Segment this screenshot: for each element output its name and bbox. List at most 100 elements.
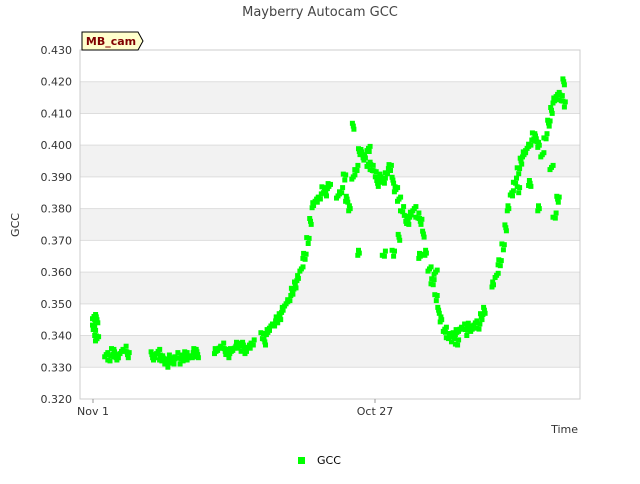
data-point [343,198,349,204]
grid-band [80,145,580,177]
data-point [171,361,177,367]
y-tick-label: 0.340 [41,330,73,343]
data-point [350,123,356,129]
data-point [382,175,388,181]
data-point [371,168,377,174]
data-point [305,241,311,246]
data-point [262,339,268,345]
y-axis-label: GCC [9,213,22,237]
grid-band [80,81,580,114]
data-point [193,354,199,360]
data-point [340,171,346,177]
data-point [436,307,442,313]
data-point [308,218,313,224]
data-point [317,196,323,202]
data-point [419,251,425,257]
y-tick-label: 0.370 [41,234,73,247]
data-point [514,184,520,190]
legend-marker [298,457,305,464]
data-point [391,253,397,259]
data-point [561,79,567,85]
data-point [355,162,361,168]
x-tick-label: Oct 27 [357,405,394,418]
data-point [90,327,96,333]
data-point [535,208,541,214]
data-point [553,210,559,216]
data-point [514,165,520,171]
data-point [151,357,156,363]
data-point [388,168,393,173]
data-point [386,162,392,168]
data-point [381,253,387,259]
data-point [382,248,388,254]
data-point [258,330,264,336]
data-point [287,298,293,304]
data-point [428,264,434,270]
data-point [510,193,515,199]
data-point [503,225,509,231]
data-point [401,204,407,210]
y-tick-label: 0.400 [41,139,73,152]
data-point [302,256,308,262]
chart: 0.320 0.330 0.340 0.350 0.360 0.370 0.380 0.390… [0,0,640,480]
data-point [125,352,130,358]
data-point [304,235,310,241]
data-point [443,324,449,330]
data-point [367,143,373,149]
data-point [221,340,227,346]
y-tick-label: 0.360 [41,266,73,279]
badge-label: MB_cam [86,35,136,48]
data-point [499,241,505,247]
data-point [555,196,561,202]
data-point [279,309,285,315]
data-point [381,180,387,186]
legend: GCC [298,454,341,467]
y-tick-label: 0.330 [41,361,73,374]
data-point [456,337,462,343]
data-point [455,342,461,348]
grid-band [80,272,580,304]
data-point [407,214,413,220]
data-point [389,247,395,253]
data-point [535,144,541,150]
y-tick-label: 0.350 [41,298,73,311]
y-tick-label: 0.410 [41,107,73,120]
data-point [390,177,396,183]
chart-svg: 0.320 0.330 0.340 0.350 0.360 0.370 0.380 0.390… [9,5,581,467]
y-tick-label: 0.380 [41,203,73,216]
data-point [417,218,423,224]
data-point [416,210,422,216]
y-tick-label: 0.420 [41,76,73,89]
data-point [276,316,281,322]
data-point [434,267,440,273]
data-point [398,194,404,200]
data-point [437,319,443,325]
chart-title: Mayberry Autocam GCC [242,5,398,20]
data-point [557,92,563,98]
data-point [354,168,360,173]
data-point [546,120,551,126]
x-tick-label: Nov 1 [77,405,109,418]
data-point [309,205,315,211]
data-point [497,263,503,269]
data-point [477,321,483,327]
data-point [361,157,367,163]
data-point [294,278,300,284]
data-point [429,276,435,282]
data-point [396,234,402,240]
data-point [514,175,519,181]
data-point [368,162,374,168]
camera-badge: MB_cam [81,31,144,51]
data-point [504,208,510,214]
data-point [550,100,556,106]
data-point [516,171,522,177]
data-point [432,292,438,298]
data-point [94,317,100,323]
data-point [549,107,554,113]
data-point [413,204,419,210]
y-tick-label: 0.320 [41,393,73,406]
data-point [468,328,474,334]
data-point [300,264,306,270]
data-point [544,131,550,137]
data-point [404,221,410,226]
